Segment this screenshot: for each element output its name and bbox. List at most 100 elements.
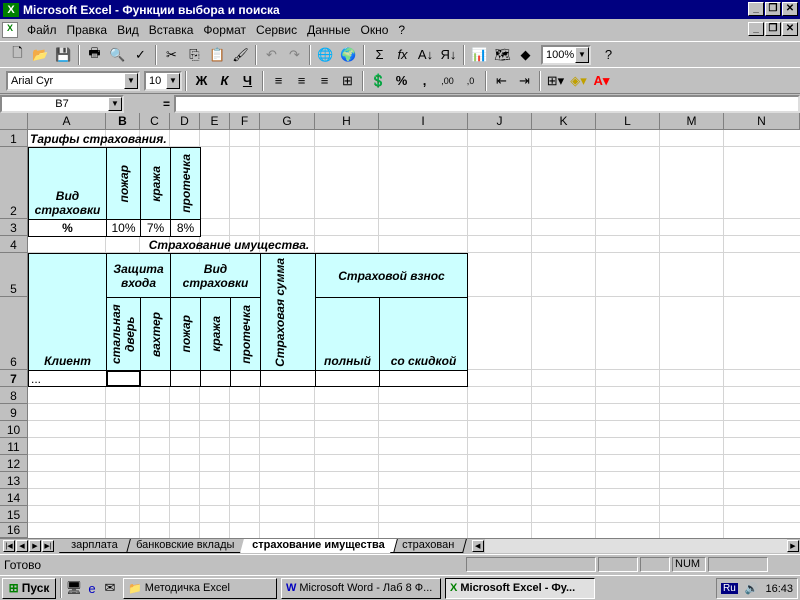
italic-button[interactable]: К bbox=[213, 70, 236, 92]
scroll-track[interactable] bbox=[484, 539, 787, 553]
select-all-corner[interactable] bbox=[0, 113, 28, 130]
row-header-2[interactable]: 2 bbox=[0, 147, 28, 219]
drawing-icon[interactable]: ◆ bbox=[514, 44, 537, 66]
close-button[interactable]: ✕ bbox=[782, 2, 798, 16]
outlook-icon[interactable]: ✉ bbox=[101, 577, 119, 599]
font-combo[interactable]: Arial Cyr ▼ bbox=[6, 70, 140, 91]
horizontal-scrollbar[interactable]: ◀ ▶ bbox=[471, 539, 800, 553]
cell-b7-selected[interactable] bbox=[106, 370, 141, 387]
row-header-10[interactable]: 10 bbox=[0, 421, 28, 438]
cell-h7[interactable] bbox=[315, 370, 380, 387]
row-header-8[interactable]: 8 bbox=[0, 387, 28, 404]
cut-icon[interactable]: ✂ bbox=[160, 44, 183, 66]
scroll-left-icon[interactable]: ◀ bbox=[471, 540, 484, 552]
cell-a3[interactable]: % bbox=[28, 219, 107, 237]
row-header-3[interactable]: 3 bbox=[0, 219, 28, 236]
menu-insert[interactable]: Вставка bbox=[144, 23, 199, 37]
sheet-tab-property-insurance[interactable]: страхование имущества bbox=[239, 539, 398, 553]
cell-g7[interactable] bbox=[260, 370, 316, 387]
menu-view[interactable]: Вид bbox=[112, 23, 144, 37]
row-header-14[interactable]: 14 bbox=[0, 489, 28, 506]
cell-d5[interactable]: Вид страховки bbox=[170, 253, 261, 298]
cell-c2[interactable]: кража bbox=[140, 147, 171, 220]
sheet-tab-salary[interactable]: зарплата bbox=[59, 539, 131, 553]
menu-data[interactable]: Данные bbox=[302, 23, 355, 37]
cell-e7[interactable] bbox=[200, 370, 231, 387]
row-header-15[interactable]: 15 bbox=[0, 506, 28, 523]
cell-i7[interactable] bbox=[379, 370, 468, 387]
currency-icon[interactable]: 💲 bbox=[367, 70, 390, 92]
bold-button[interactable]: Ж bbox=[190, 70, 213, 92]
column-header-c[interactable]: C bbox=[140, 113, 170, 130]
map-icon[interactable]: 🗺 bbox=[491, 44, 514, 66]
row-header-13[interactable]: 13 bbox=[0, 472, 28, 489]
sheet-tab-deposits[interactable]: банковские вклады bbox=[123, 539, 247, 553]
column-header-a[interactable]: A bbox=[28, 113, 106, 130]
column-header-b[interactable]: B bbox=[106, 113, 140, 130]
borders-icon[interactable]: ⊞▾ bbox=[544, 70, 567, 92]
spelling-icon[interactable]: ✓ bbox=[129, 44, 152, 66]
font-size-combo[interactable]: 10 ▼ bbox=[144, 70, 182, 91]
task-word[interactable]: W Microsoft Word - Лаб 8 Ф... bbox=[281, 577, 441, 599]
align-center-icon[interactable]: ≡ bbox=[290, 70, 313, 92]
print-icon[interactable]: 🖶 bbox=[83, 44, 106, 66]
cell-d2[interactable]: протечка bbox=[170, 147, 201, 220]
redo-icon[interactable]: ↷ bbox=[283, 44, 306, 66]
excel-icon[interactable]: X bbox=[3, 2, 19, 17]
menu-format[interactable]: Формат bbox=[198, 23, 251, 37]
increase-decimal-button[interactable]: ,00 bbox=[436, 70, 459, 92]
doc-close-button[interactable]: ✕ bbox=[782, 22, 798, 36]
hyperlink-icon[interactable]: 🌐 bbox=[314, 44, 337, 66]
cell-d7[interactable] bbox=[170, 370, 201, 387]
minimize-button[interactable]: _ bbox=[748, 2, 764, 16]
cell-d3[interactable]: 8% bbox=[170, 219, 201, 237]
row-header-16[interactable]: 16 bbox=[0, 523, 28, 538]
name-box[interactable]: B7 ▼ bbox=[0, 94, 124, 113]
decrease-decimal-button[interactable]: ,0 bbox=[459, 70, 482, 92]
fill-color-icon[interactable]: ◈▾ bbox=[567, 70, 590, 92]
cell-a7[interactable]: ... bbox=[28, 370, 107, 387]
prev-sheet-icon[interactable]: ◀ bbox=[16, 540, 28, 552]
row-header-1[interactable]: 1 bbox=[0, 130, 28, 147]
chevron-down-icon[interactable]: ▼ bbox=[108, 96, 122, 111]
sort-asc-icon[interactable]: A↓ bbox=[414, 44, 437, 66]
save-icon[interactable]: 💾 bbox=[52, 44, 75, 66]
column-header-i[interactable]: I bbox=[379, 113, 468, 130]
column-header-e[interactable]: E bbox=[200, 113, 230, 130]
undo-icon[interactable]: ↶ bbox=[260, 44, 283, 66]
column-header-l[interactable]: L bbox=[596, 113, 660, 130]
start-button[interactable]: ⊞ Пуск bbox=[2, 577, 56, 599]
row-header-11[interactable]: 11 bbox=[0, 438, 28, 455]
new-icon[interactable]: 🗋 bbox=[6, 44, 29, 66]
cell-h6[interactable]: полный bbox=[315, 297, 380, 371]
web-toolbar-icon[interactable]: 🌍 bbox=[337, 44, 360, 66]
cell-h5[interactable]: Страховой взнос bbox=[315, 253, 468, 298]
chevron-down-icon[interactable]: ▼ bbox=[166, 72, 180, 89]
column-header-h[interactable]: H bbox=[315, 113, 379, 130]
ie-icon[interactable]: e bbox=[83, 577, 101, 599]
cell-c7[interactable] bbox=[140, 370, 171, 387]
increase-indent-icon[interactable]: ⇥ bbox=[513, 70, 536, 92]
chevron-down-icon[interactable]: ▼ bbox=[124, 72, 138, 89]
volume-icon[interactable]: 🔊 bbox=[745, 582, 759, 595]
cell-a2[interactable]: Вид страховки bbox=[28, 147, 107, 220]
next-sheet-icon[interactable]: ▶ bbox=[29, 540, 41, 552]
desktop-icon[interactable]: 🖥 bbox=[65, 577, 83, 599]
format-painter-icon[interactable]: 🖌 bbox=[229, 44, 252, 66]
function-icon[interactable]: fx bbox=[391, 44, 414, 66]
cell-b5[interactable]: Защита входа bbox=[106, 253, 171, 298]
sort-desc-icon[interactable]: Я↓ bbox=[437, 44, 460, 66]
last-sheet-icon[interactable]: ▶| bbox=[42, 540, 54, 552]
worksheet-grid[interactable]: A B C D E F G H I J K L M N 1 2 3 4 5 6 … bbox=[0, 113, 800, 538]
column-header-j[interactable]: J bbox=[468, 113, 532, 130]
decrease-indent-icon[interactable]: ⇤ bbox=[490, 70, 513, 92]
menu-window[interactable]: Окно bbox=[355, 23, 393, 37]
row-header-12[interactable]: 12 bbox=[0, 455, 28, 472]
doc-restore-button[interactable]: ❐ bbox=[765, 22, 781, 36]
percent-button[interactable]: % bbox=[390, 70, 413, 92]
underline-button[interactable]: Ч bbox=[236, 70, 259, 92]
cell-f7[interactable] bbox=[230, 370, 261, 387]
cell-a1[interactable]: Тарифы страхования. bbox=[30, 130, 167, 147]
zoom-combo[interactable]: 100% ▼ bbox=[541, 44, 591, 65]
doc-minimize-button[interactable]: _ bbox=[748, 22, 764, 36]
